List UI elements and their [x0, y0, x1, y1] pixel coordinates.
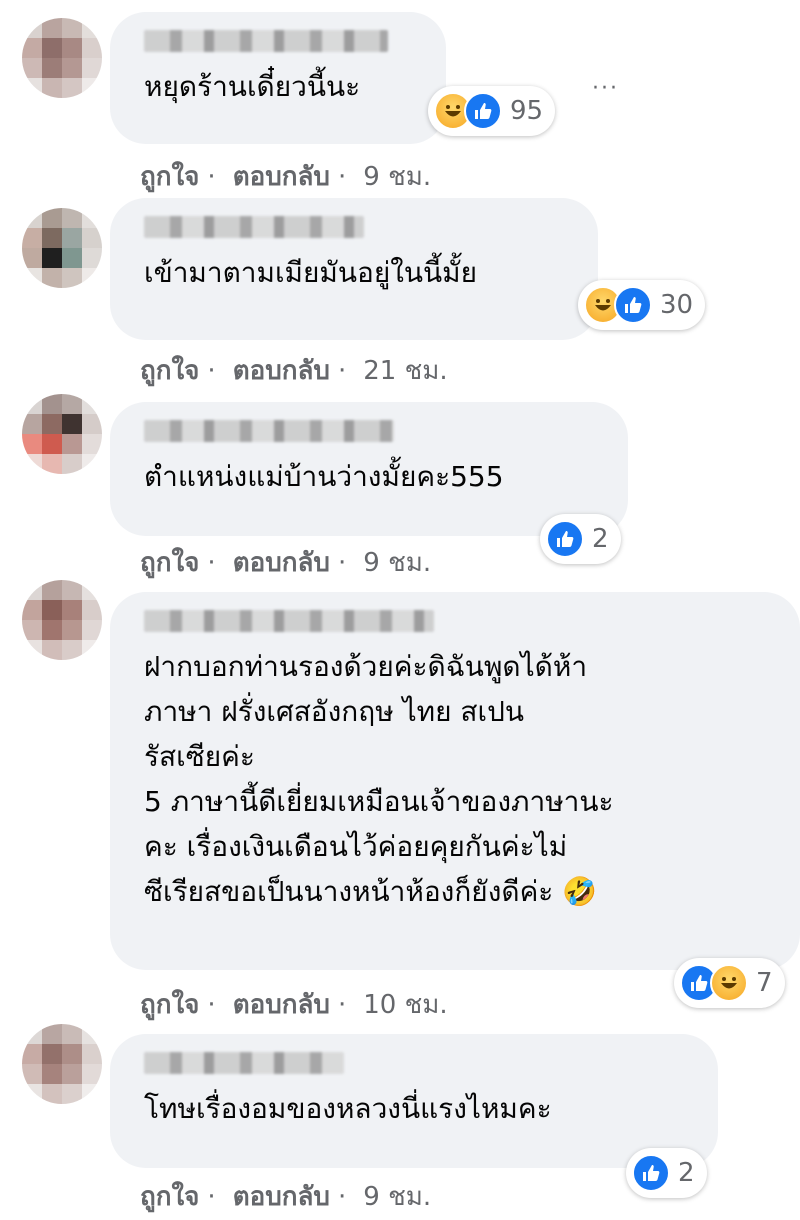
- comment-text: หยุดร้านเดี๋ยวนี้นะ: [144, 70, 361, 103]
- comment-bubble: ฝากบอกท่านรองด้วยค่ะดิฉันพูดได้ห้า ภาษา …: [110, 592, 800, 970]
- reaction-summary[interactable]: 30: [578, 280, 706, 330]
- like-icon: [464, 92, 502, 130]
- timestamp[interactable]: 21 ชม.: [363, 356, 447, 386]
- more-options-icon[interactable]: ···: [592, 76, 619, 101]
- haha-icon: [710, 964, 748, 1002]
- reply-link[interactable]: ตอบกลับ: [233, 990, 330, 1020]
- reaction-summary[interactable]: 95: [428, 86, 556, 136]
- avatar[interactable]: [22, 394, 102, 474]
- comment-text: โทษเรื่องอมของหลวงนี่แรงไหมคะ: [144, 1092, 552, 1125]
- reaction-summary[interactable]: 2: [626, 1148, 707, 1198]
- comment-actions: ถูกใจ · ตอบกลับ · 9 ชม.: [140, 162, 432, 192]
- comment-text: ฝากบอกท่านรองด้วยค่ะดิฉันพูดได้ห้า ภาษา …: [144, 650, 614, 908]
- comment-actions: ถูกใจ · ตอบกลับ · 21 ชม.: [140, 356, 448, 386]
- reaction-count: 30: [660, 290, 694, 320]
- comment-actions: ถูกใจ · ตอบกลับ · 10 ชม.: [140, 990, 448, 1020]
- comment-bubble: โทษเรื่องอมของหลวงนี่แรงไหมคะ: [110, 1034, 718, 1168]
- reply-link[interactable]: ตอบกลับ: [233, 356, 330, 386]
- like-link[interactable]: ถูกใจ: [140, 1182, 199, 1212]
- author-name-redacted[interactable]: [144, 420, 394, 442]
- reaction-count: 2: [592, 524, 609, 554]
- like-icon: [614, 286, 652, 324]
- avatar[interactable]: [22, 208, 102, 288]
- reply-link[interactable]: ตอบกลับ: [233, 1182, 330, 1212]
- author-name-redacted[interactable]: [144, 1052, 344, 1074]
- timestamp[interactable]: 9 ชม.: [363, 162, 431, 192]
- reply-link[interactable]: ตอบกลับ: [233, 162, 330, 192]
- reaction-summary[interactable]: 2: [540, 514, 621, 564]
- avatar[interactable]: [22, 18, 102, 98]
- timestamp[interactable]: 10 ชม.: [363, 990, 447, 1020]
- author-name-redacted[interactable]: [144, 216, 364, 238]
- like-icon: [546, 520, 584, 558]
- comment-actions: ถูกใจ · ตอบกลับ · 9 ชม.: [140, 548, 432, 578]
- reaction-summary[interactable]: 7: [674, 958, 785, 1008]
- timestamp[interactable]: 9 ชม.: [363, 1182, 431, 1212]
- like-icon: [632, 1154, 670, 1192]
- comment-text: ตำแหน่งแม่บ้านว่างมั้ยคะ555: [144, 460, 504, 493]
- like-link[interactable]: ถูกใจ: [140, 356, 199, 386]
- reaction-count: 7: [756, 968, 773, 998]
- author-name-redacted[interactable]: [144, 30, 388, 52]
- author-name-redacted[interactable]: [144, 610, 434, 632]
- comment-actions: ถูกใจ · ตอบกลับ · 9 ชม.: [140, 1182, 432, 1212]
- like-link[interactable]: ถูกใจ: [140, 162, 199, 192]
- like-link[interactable]: ถูกใจ: [140, 548, 199, 578]
- comment-bubble: ตำแหน่งแม่บ้านว่างมั้ยคะ555: [110, 402, 628, 536]
- reaction-count: 95: [510, 96, 544, 126]
- avatar[interactable]: [22, 1024, 102, 1104]
- timestamp[interactable]: 9 ชม.: [363, 548, 431, 578]
- avatar[interactable]: [22, 580, 102, 660]
- like-link[interactable]: ถูกใจ: [140, 990, 199, 1020]
- reaction-count: 2: [678, 1158, 695, 1188]
- comment-bubble: หยุดร้านเดี๋ยวนี้นะ: [110, 12, 446, 144]
- reply-link[interactable]: ตอบกลับ: [233, 548, 330, 578]
- comment-bubble: เข้ามาตามเมียมันอยู่ในนี้มั้ย: [110, 198, 598, 340]
- comment-text: เข้ามาตามเมียมันอยู่ในนี้มั้ย: [144, 256, 478, 289]
